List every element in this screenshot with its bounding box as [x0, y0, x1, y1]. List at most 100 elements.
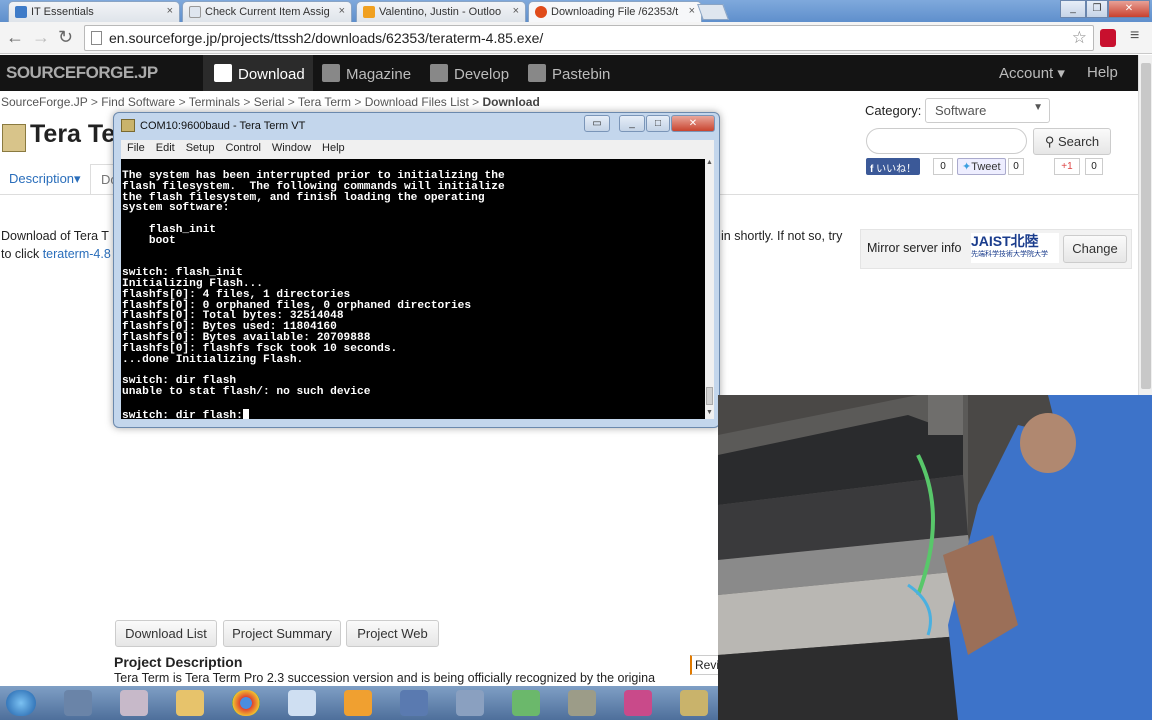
jaist-logo: JAIST北陸 先端科学技術大学院大学 [971, 233, 1059, 263]
pastebin-icon [528, 64, 546, 82]
site-logo[interactable]: SOURCEFORGE.JP [6, 63, 158, 83]
project-summary-button[interactable]: Project Summary [223, 620, 341, 647]
terminal-scrollbar[interactable]: ▲ ▼ [705, 159, 714, 419]
reload-icon[interactable]: ↻ [58, 27, 73, 48]
terminal-line: flashfs[0]: 4 files, 1 directories [122, 288, 351, 301]
help-link[interactable]: Help [1087, 64, 1118, 81]
breadcrumb-item[interactable]: Find Software [101, 95, 175, 109]
explorer-folder-icon[interactable] [176, 690, 204, 716]
facebook-like-button[interactable]: f いいね！ [866, 158, 921, 175]
scrollbar-thumb[interactable] [1141, 63, 1151, 389]
close-button[interactable]: ✕ [671, 115, 715, 132]
category-select[interactable]: Software ▼ [925, 98, 1050, 123]
facebook-icon: f [870, 164, 874, 175]
menu-icon[interactable]: ≡ [1130, 27, 1139, 45]
terminal-line: ...done Initializing Flash. [122, 353, 304, 366]
scroll-up-arrow-icon[interactable]: ▲ [705, 159, 714, 168]
download-message: Download of Tera T [1, 229, 109, 243]
gplus-count: 0 [1085, 158, 1103, 175]
search-icon: ⚲ [1044, 134, 1055, 149]
teraterm-taskbar-icon[interactable] [680, 690, 708, 716]
terminal-scroll-thumb[interactable] [706, 387, 713, 405]
minimize-window-button[interactable]: _ [1060, 0, 1086, 18]
apps-icon[interactable] [64, 690, 92, 716]
terminal-output[interactable]: The system has been interrupted prior to… [121, 159, 705, 419]
new-tab-button[interactable] [697, 4, 729, 20]
menu-window[interactable]: Window [266, 140, 311, 154]
terminal-line: flash_init [122, 223, 216, 236]
nav-pastebin[interactable]: Pastebin [528, 64, 610, 83]
menu-edit[interactable]: Edit [150, 140, 175, 154]
download-list-button[interactable]: Download List [115, 620, 217, 647]
project-web-button[interactable]: Project Web [346, 620, 439, 647]
maximize-window-button[interactable]: ❐ [1086, 0, 1108, 18]
account-menu[interactable]: Account ▾ [999, 64, 1065, 82]
nav-magazine[interactable]: Magazine [322, 64, 411, 83]
close-window-button[interactable]: ✕ [1108, 0, 1150, 18]
review-tab[interactable]: Revi [690, 655, 720, 675]
tweet-button[interactable]: ✦Tweet [957, 158, 1006, 175]
menu-help[interactable]: Help [316, 140, 345, 154]
bookmark-star-icon[interactable]: ☆ [1072, 28, 1087, 48]
terminal-line: system software: [122, 202, 230, 215]
twitter-bird-icon: ✦ [962, 161, 972, 173]
network-icon[interactable] [400, 690, 428, 716]
google-plus-button[interactable]: +1 [1054, 158, 1080, 175]
browser-tab[interactable]: Valentino, Justin - Outloo × [356, 1, 526, 22]
extension-icon[interactable] [1100, 29, 1116, 47]
scroll-down-arrow-icon[interactable]: ▼ [705, 409, 714, 418]
menu-control[interactable]: Control [219, 140, 260, 154]
people-icon[interactable] [456, 690, 484, 716]
caret-down-icon: ▾ [1057, 65, 1065, 82]
breadcrumb-current: Download [482, 95, 540, 109]
download-icon [214, 64, 232, 82]
close-tab-icon[interactable]: × [167, 5, 173, 17]
address-bar[interactable]: en.sourceforge.jp/projects/ttssh2/downlo… [84, 25, 1094, 51]
menu-setup[interactable]: Setup [180, 140, 215, 154]
paint-icon[interactable] [120, 690, 148, 716]
breadcrumb-item[interactable]: Download Files List [365, 95, 469, 109]
breadcrumb-item[interactable]: Tera Term [298, 95, 351, 109]
breadcrumb-item[interactable]: Terminals [189, 95, 240, 109]
close-tab-icon[interactable]: × [513, 5, 519, 17]
breadcrumb: SourceForge.JP > Find Software > Termina… [1, 95, 540, 109]
like-count: 0 [933, 158, 953, 175]
start-orb-icon[interactable] [6, 690, 36, 716]
outlook-web-icon[interactable] [288, 690, 316, 716]
outlook-icon[interactable] [344, 690, 372, 716]
minimize-button[interactable]: _ [619, 115, 645, 132]
camtasia-icon[interactable] [512, 690, 540, 716]
close-tab-icon[interactable]: × [339, 5, 345, 17]
tab-favicon-icon [535, 6, 547, 18]
tab-favicon-icon [363, 6, 375, 18]
terminal-line: flash filesystem. The following commands… [122, 180, 505, 193]
browser-tab[interactable]: Check Current Item Assig × [182, 1, 352, 22]
browser-tab[interactable]: IT Essentials × [8, 1, 180, 22]
nav-develop[interactable]: Develop [430, 64, 509, 83]
browser-tab-active[interactable]: Downloading File /62353/t × [528, 1, 702, 22]
search-button[interactable]: ⚲ Search [1033, 128, 1111, 155]
search-input[interactable] [866, 128, 1027, 154]
colors-icon[interactable] [624, 690, 652, 716]
tab-description[interactable]: Description▾ [9, 171, 81, 187]
terminal-line: flashfs[0]: flashfs fsck took 10 seconds… [122, 342, 398, 355]
browser-toolbar: ← → ↻ en.sourceforge.jp/projects/ttssh2/… [0, 22, 1152, 54]
page-title: Tera Te [30, 120, 116, 148]
tray-button[interactable]: ▭ [584, 115, 610, 132]
forward-arrow-icon[interactable]: → [32, 27, 50, 48]
project-description-text: Tera Term is Tera Term Pro 2.3 successio… [114, 671, 656, 685]
nav-download[interactable]: Download [214, 64, 305, 83]
maximize-button[interactable]: □ [646, 115, 670, 132]
change-mirror-button[interactable]: Change [1063, 235, 1127, 263]
close-tab-icon[interactable]: × [689, 5, 695, 17]
tools-icon[interactable] [568, 690, 596, 716]
menu-file[interactable]: File [121, 140, 145, 154]
chrome-icon[interactable] [232, 690, 260, 716]
caret-down-icon: ▼ [1033, 102, 1043, 113]
download-file-link[interactable]: teraterm-4.8 [43, 247, 111, 261]
project-description-heading: Project Description [114, 654, 243, 670]
back-arrow-icon[interactable]: ← [6, 27, 24, 48]
terminal-cursor [242, 408, 249, 419]
breadcrumb-item[interactable]: Serial [254, 95, 285, 109]
breadcrumb-item[interactable]: SourceForge.JP [1, 95, 88, 109]
